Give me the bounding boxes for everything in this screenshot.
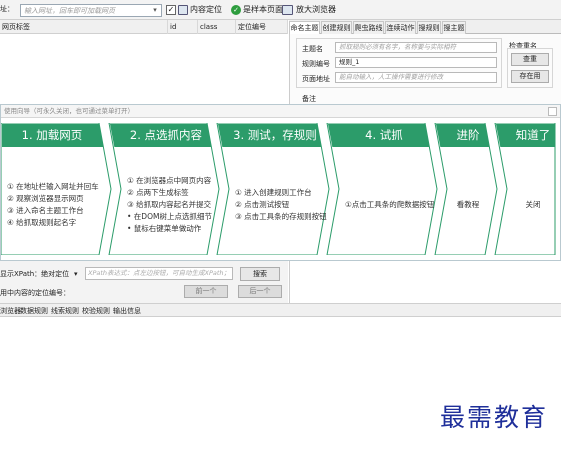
content-locate-checkbox[interactable]: ✓ xyxy=(166,5,176,15)
tab-name-theme[interactable]: 命名主题 xyxy=(289,21,320,35)
column-header-locate-no[interactable]: 定位编号 xyxy=(236,20,288,34)
tab-browser[interactable]: 浏览器 xyxy=(0,306,21,316)
tab-clue-rule[interactable]: 线索规则 xyxy=(51,306,79,316)
rule-no-input[interactable]: 规则_1 xyxy=(335,57,497,68)
theme-name-label: 主题名 xyxy=(302,45,323,53)
page-addr-label: 页面地址 xyxy=(302,75,330,83)
tab-search-theme[interactable]: 搜主题 xyxy=(442,21,466,34)
theme-name-input[interactable]: 抓取规则必须有名字，名称要与实际相符 xyxy=(335,42,497,53)
tab-create-rule[interactable]: 创建规则 xyxy=(321,21,352,34)
tab-check-rule[interactable]: 校验规则 xyxy=(82,306,110,316)
remark-area[interactable] xyxy=(289,261,561,303)
usage-wizard: 使用向导（可永久关闭，也可通过菜单打开） 1. 加载网页 ① 在地址栏输入网址并回… xyxy=(0,104,561,261)
dom-table-header: 网页标签 id class 定位编号 xyxy=(0,20,288,34)
locate-icon xyxy=(178,5,188,15)
wizard-step-item: ④ 给抓取规则起名字 xyxy=(7,218,77,227)
wizard-step-title[interactable]: 3. 测试，存规则 xyxy=(229,123,321,147)
tab-data-rule[interactable]: 数据规则 xyxy=(20,306,48,316)
wizard-step-item: ③ 给抓取内容起名并提交 xyxy=(127,200,212,209)
next-button[interactable]: 后一个 xyxy=(238,285,282,298)
address-toolbar: 址： 输入网址，回车即可加载网页 ▾ ✓ 内容定位 ✓ 是样本页面 放大浏览器 xyxy=(0,0,561,20)
sample-page-label[interactable]: 是样本页面 xyxy=(243,5,283,15)
tab-search-rule[interactable]: 搜规则 xyxy=(417,21,441,34)
wizard-step-item: ③ 进入命名主题工作台 xyxy=(7,206,84,215)
check-circle-icon[interactable]: ✓ xyxy=(231,5,241,15)
wizard-step-item: ① 在地址栏输入网址并回车 xyxy=(7,182,99,191)
rule-no-label: 规则编号 xyxy=(302,60,330,68)
watermark: 最需教育 xyxy=(440,403,549,432)
wizard-step-title[interactable]: 知道了 xyxy=(507,123,559,147)
search-button[interactable]: 搜索 xyxy=(240,267,280,281)
column-header-class[interactable]: class xyxy=(198,20,236,34)
name-theme-panel: 主题名 抓取规则必须有名字，名称要与实际相符 规则编号 规则_1 页面地址 能自… xyxy=(289,34,561,104)
save-as-button[interactable]: 存在用 xyxy=(511,70,549,83)
wizard-step-item: ② 点两下生成标签 xyxy=(127,188,189,197)
page-addr-input[interactable]: 能自动输入，人工操作需要进行修改 xyxy=(335,72,497,83)
tab-continuous-action[interactable]: 连续动作 xyxy=(385,21,416,34)
enlarge-browser-icon[interactable] xyxy=(282,5,293,15)
wizard-step-item: • 在DOM树上点选抓细节 xyxy=(127,212,212,221)
close-icon[interactable] xyxy=(548,107,557,116)
wizard-step-item: ① 在浏览器点中网页内容 xyxy=(127,176,212,185)
remark-label: 备注 xyxy=(302,95,316,103)
column-header-id[interactable]: id xyxy=(168,20,198,34)
workbench-tabs: 命名主题 创建规则 爬虫路线 连续动作 搜规则 搜主题 xyxy=(289,20,561,35)
tab-crawler-route[interactable]: 爬虫路线 xyxy=(353,21,384,34)
chevron-down-icon[interactable]: ▾ xyxy=(74,269,78,279)
url-label: 址： xyxy=(0,5,14,13)
wizard-step-item: • 鼠标右键菜单做动作 xyxy=(127,224,202,233)
wizard-step-title[interactable]: 2. 点选抓内容 xyxy=(121,123,211,147)
wizard-step-item: ③ 点击工具条的存规则按钮 xyxy=(235,212,327,221)
locate-number-label: 用中内容的定位编号： xyxy=(0,289,70,297)
wizard-step-item: ② 点击测试按钮 xyxy=(235,200,290,209)
wizard-step-title[interactable]: 4. 试抓 xyxy=(339,123,429,147)
bottom-tabs: 浏览器 数据规则 线索规则 校验规则 输出信息 xyxy=(0,303,561,317)
wizard-step-item[interactable]: 关闭 xyxy=(507,199,559,211)
wizard-title-bar: 使用向导（可永久关闭，也可通过菜单打开） xyxy=(1,105,560,118)
xpath-mode-select[interactable]: 显示XPath：绝对定位 xyxy=(0,269,69,279)
tab-output-info[interactable]: 输出信息 xyxy=(113,306,141,316)
check-duplicate-button[interactable]: 查重 xyxy=(511,53,549,66)
wizard-step-item: ① 进入创建规则工作台 xyxy=(235,188,312,197)
column-header-tag[interactable]: 网页标签 xyxy=(0,20,168,34)
url-input[interactable]: 输入网址，回车即可加载网页 xyxy=(20,4,162,17)
chevron-down-icon[interactable]: ▾ xyxy=(150,5,160,16)
wizard-step-item[interactable]: 看教程 xyxy=(447,199,489,211)
xpath-input[interactable]: XPath表达式：点左边按钮，可自动生成XPath； xyxy=(85,267,233,280)
enlarge-browser-button[interactable]: 放大浏览器 xyxy=(296,5,336,15)
prev-button[interactable]: 前一个 xyxy=(184,285,228,298)
wizard-step-item: ② 观察浏览器显示网页 xyxy=(7,194,84,203)
wizard-step-item: ①点击工具条的爬数据按钮 xyxy=(345,200,435,209)
content-locate-label[interactable]: 内容定位 xyxy=(190,5,222,15)
wizard-step-title[interactable]: 进阶 xyxy=(447,123,489,147)
wizard-step-title[interactable]: 1. 加载网页 xyxy=(1,123,103,147)
